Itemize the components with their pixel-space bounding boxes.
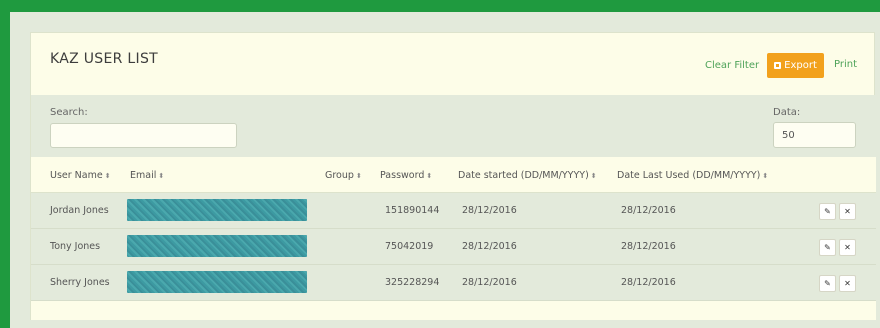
- sort-icon: ⬍: [158, 172, 165, 180]
- search-label: Search:: [50, 107, 88, 118]
- column-header-user-name[interactable]: User Name ⬍: [50, 170, 111, 181]
- export-icon: [774, 62, 782, 69]
- edit-button[interactable]: ✎: [819, 275, 836, 292]
- date-last-used-cell: 28/12/2016: [621, 205, 676, 216]
- column-header-group[interactable]: Group ⬍: [325, 170, 362, 181]
- export-button[interactable]: Export: [767, 53, 824, 78]
- email-cell-redacted: [127, 199, 307, 221]
- table-header: User Name ⬍ Email ⬍ Group ⬍ Password ⬍ Date …: [31, 157, 876, 193]
- table-row: Sherry Jones 325228294 28/12/2016 28/12/…: [31, 265, 876, 301]
- clear-filter-link[interactable]: Clear Filter: [705, 60, 759, 71]
- column-header-date-last-used[interactable]: Date Last Used (DD/MM/YYYY) ⬍: [617, 170, 768, 181]
- table-row: Tony Jones 75042019 28/12/2016 28/12/201…: [31, 229, 876, 265]
- password-cell: 75042019: [385, 241, 434, 252]
- column-header-date-started[interactable]: Date started (DD/MM/YYYY) ⬍: [458, 170, 597, 181]
- user-name-cell: Tony Jones: [50, 241, 101, 252]
- email-cell-redacted: [127, 235, 307, 257]
- delete-button[interactable]: ✕: [839, 239, 856, 256]
- password-cell: 325228294: [385, 277, 440, 288]
- pencil-icon: ✎: [824, 207, 831, 216]
- user-name-cell: Sherry Jones: [50, 277, 110, 288]
- window-frame-left: [0, 0, 10, 328]
- pencil-icon: ✎: [824, 279, 831, 288]
- close-icon: ✕: [844, 207, 851, 216]
- sort-icon: ⬍: [590, 172, 597, 180]
- delete-button[interactable]: ✕: [839, 275, 856, 292]
- date-started-cell: 28/12/2016: [462, 205, 517, 216]
- export-button-label: Export: [784, 60, 817, 71]
- filter-bar: Search: Data: 50: [31, 95, 876, 157]
- password-cell: 151890144: [385, 205, 440, 216]
- close-icon: ✕: [844, 279, 851, 288]
- edit-button[interactable]: ✎: [819, 239, 836, 256]
- sort-icon: ⬍: [426, 172, 433, 180]
- panel-header: KAZ USER LIST Clear Filter Export Print: [31, 33, 876, 95]
- date-last-used-cell: 28/12/2016: [621, 241, 676, 252]
- search-input[interactable]: [50, 123, 237, 148]
- data-label: Data:: [773, 107, 801, 118]
- data-page-size-select[interactable]: 50: [773, 122, 856, 148]
- user-list-panel: KAZ USER LIST Clear Filter Export Print …: [30, 32, 876, 320]
- email-cell-redacted: [127, 271, 307, 293]
- page-title: KAZ USER LIST: [50, 51, 158, 67]
- edit-button[interactable]: ✎: [819, 203, 836, 220]
- close-icon: ✕: [844, 243, 851, 252]
- date-started-cell: 28/12/2016: [462, 277, 517, 288]
- pencil-icon: ✎: [824, 243, 831, 252]
- delete-button[interactable]: ✕: [839, 203, 856, 220]
- column-header-email[interactable]: Email ⬍: [130, 170, 164, 181]
- sort-icon: ⬍: [104, 172, 111, 180]
- user-name-cell: Jordan Jones: [50, 205, 109, 216]
- sort-icon: ⬍: [355, 172, 362, 180]
- date-started-cell: 28/12/2016: [462, 241, 517, 252]
- sort-icon: ⬍: [762, 172, 769, 180]
- table-footer: [31, 301, 876, 320]
- table-row: Jordan Jones 151890144 28/12/2016 28/12/…: [31, 193, 876, 229]
- window-frame-top: [0, 0, 880, 12]
- column-header-password[interactable]: Password ⬍: [380, 170, 432, 181]
- date-last-used-cell: 28/12/2016: [621, 277, 676, 288]
- print-link[interactable]: Print: [834, 59, 857, 70]
